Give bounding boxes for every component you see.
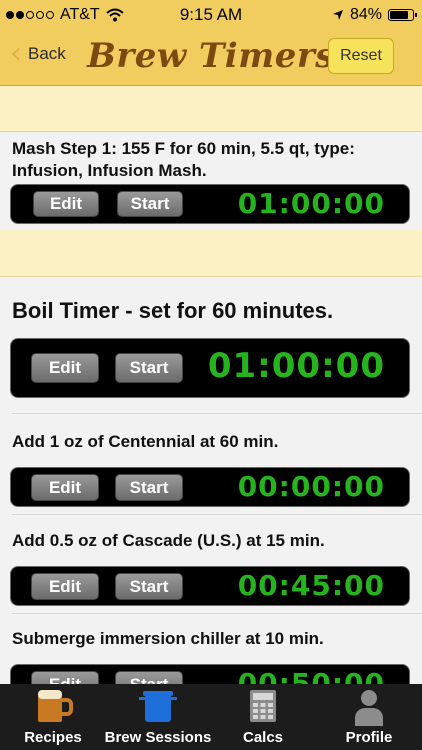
section-spacer <box>0 86 422 132</box>
start-button[interactable]: Start <box>115 573 183 600</box>
edit-button[interactable]: Edit <box>31 671 99 684</box>
beer-mug-icon <box>38 690 73 722</box>
start-button[interactable]: Start <box>115 474 183 501</box>
divider <box>12 613 422 614</box>
navigation-bar: ‹ Back Brew Timers Reset <box>0 30 422 86</box>
timer-description: Submerge immersion chiller at 10 min. <box>12 629 324 648</box>
timer-display: 00:45:00 <box>237 569 385 602</box>
timer-display: 01:00:00 <box>207 346 385 386</box>
timer-description: Add 0.5 oz of Cascade (U.S.) at 15 min. <box>12 531 325 550</box>
divider <box>12 413 422 414</box>
edit-button[interactable]: Edit <box>31 353 99 383</box>
timer-description: Add 1 oz of Centennial at 60 min. <box>12 432 279 451</box>
calculator-icon <box>250 690 276 722</box>
timer-row: Edit Start 01:00:00 <box>10 338 410 398</box>
timer-display: 01:00:00 <box>237 187 385 220</box>
timer-display: 00:50:00 <box>237 667 385 684</box>
battery-percent: 84% <box>349 6 382 23</box>
location-arrow-icon <box>332 10 343 20</box>
section-spacer <box>0 230 422 277</box>
edit-button[interactable]: Edit <box>33 191 99 217</box>
timer-display: 00:00:00 <box>237 470 385 503</box>
tab-recipes[interactable]: Recipes <box>14 684 92 750</box>
timer-row: Edit Start 00:00:00 <box>10 467 410 507</box>
tab-label: Profile <box>345 729 393 746</box>
timer-list[interactable]: Mash Step 1: 155 F for 60 min, 5.5 qt, t… <box>0 86 422 684</box>
timer-description: Boil Timer - set for 60 minutes. <box>12 298 334 323</box>
tab-label: Calcs <box>242 729 284 746</box>
edit-button[interactable]: Edit <box>31 474 99 501</box>
tab-bar: Recipes Brew Sessions Calcs Profile <box>0 684 422 750</box>
start-button[interactable]: Start <box>115 353 183 383</box>
start-button[interactable]: Start <box>115 671 183 684</box>
status-right: 84% <box>332 6 417 24</box>
timer-row: Edit Start 00:50:00 <box>10 664 410 684</box>
divider <box>12 514 422 515</box>
timer-row: Edit Start 00:45:00 <box>10 566 410 606</box>
tab-calcs[interactable]: Calcs <box>224 684 302 750</box>
person-icon <box>355 690 383 726</box>
timer-row: Edit Start 01:00:00 <box>10 184 410 224</box>
battery-icon <box>388 9 417 21</box>
tab-profile[interactable]: Profile <box>330 684 408 750</box>
status-bar: AT&T 9:15 AM 84% <box>0 0 422 30</box>
start-button[interactable]: Start <box>117 191 183 217</box>
tab-brew-sessions[interactable]: Brew Sessions <box>104 684 212 750</box>
reset-button[interactable]: Reset <box>328 38 394 74</box>
brew-kettle-icon <box>139 691 177 722</box>
tab-label: Brew Sessions <box>104 729 212 746</box>
tab-label: Recipes <box>24 729 82 746</box>
timer-description: Mash Step 1: 155 F for 60 min, 5.5 qt, t… <box>12 139 355 180</box>
edit-button[interactable]: Edit <box>31 573 99 600</box>
